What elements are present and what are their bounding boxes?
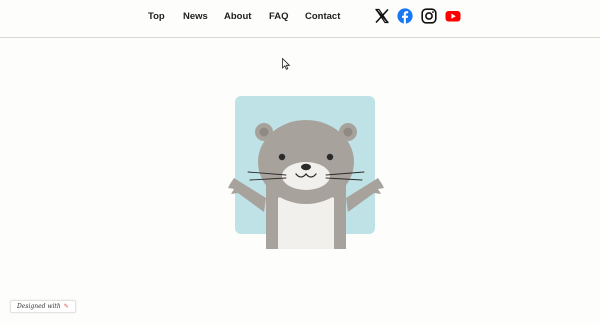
nav-link-faq[interactable]: FAQ [269, 11, 289, 22]
otter-eye-left [278, 153, 286, 161]
badge-label: Designed with [17, 303, 61, 310]
pen-icon: ✎ [63, 303, 69, 310]
otter-nose [301, 163, 311, 171]
nav-link-news[interactable]: News [183, 11, 208, 22]
otter-illustration [226, 94, 386, 249]
facebook-icon[interactable] [397, 8, 413, 24]
otter-eye-right [326, 153, 334, 161]
mouse-cursor-icon [282, 57, 291, 70]
x-icon[interactable] [374, 8, 390, 24]
instagram-icon[interactable] [421, 8, 437, 24]
nav-link-top[interactable]: Top [148, 11, 165, 22]
nav-link-contact[interactable]: Contact [305, 11, 340, 22]
youtube-icon[interactable] [445, 8, 461, 24]
designed-with-badge[interactable]: Designed with ✎ [10, 300, 76, 313]
nav-link-about[interactable]: About [224, 11, 251, 22]
site-header: Top News About FAQ Contact [0, 0, 600, 38]
